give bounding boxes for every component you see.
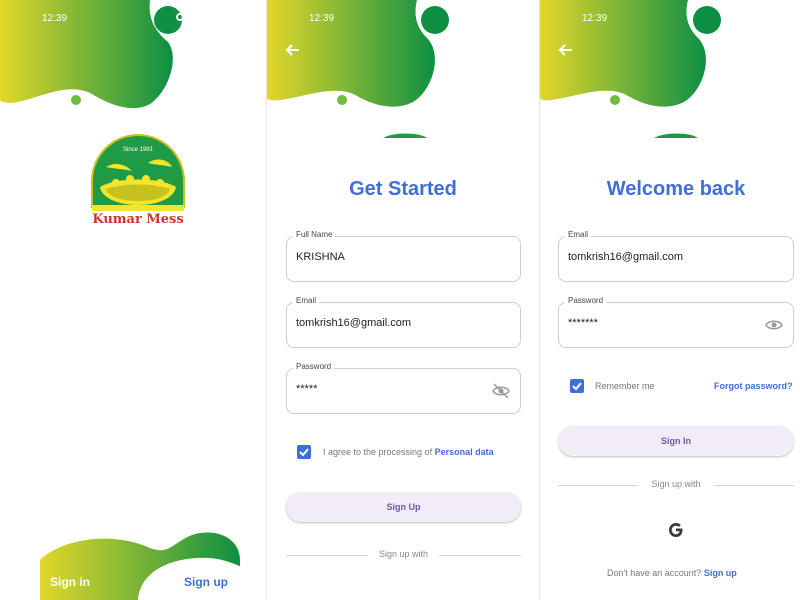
field-value: tomkrish16@gmail.com	[568, 251, 684, 263]
agree-checkbox[interactable]	[297, 445, 311, 459]
remember-me-label: Remember me	[595, 381, 655, 391]
field-label: Password	[565, 296, 607, 305]
field-label: Password	[293, 362, 335, 371]
email-field[interactable]: Email tomkrish16@gmail.com	[558, 230, 794, 282]
remember-me-checkbox[interactable]	[570, 379, 584, 393]
eye-icon[interactable]	[765, 317, 783, 333]
field-value: tomkrish16@gmail.com	[296, 317, 412, 329]
signin-button[interactable]: Sign In	[558, 426, 794, 456]
separator-text: Sign up with	[378, 549, 429, 559]
separator: Sign up with	[558, 479, 794, 491]
check-icon	[572, 382, 582, 391]
forgot-password-link[interactable]: Forgot password?	[714, 381, 793, 391]
signup-screen: 12:39 Get Started Full Name KRISHNA Emai…	[267, 0, 539, 600]
signup-link[interactable]: Sign up	[704, 568, 737, 578]
camera-icon	[176, 13, 184, 21]
field-label: Email	[565, 230, 592, 239]
password-field[interactable]: Password *******	[558, 296, 794, 348]
agree-text: I agree to the processing of Personal da…	[323, 447, 494, 457]
field-value: *****	[296, 383, 318, 395]
field-value: *******	[568, 317, 598, 329]
screens-row: 12:39 Since 1981 Kumar Mess Sign in Sign…	[0, 0, 800, 600]
field-label: Full Name	[293, 230, 336, 239]
password-field[interactable]: Password *****	[286, 362, 521, 414]
field-value: KRISHNA	[296, 251, 345, 263]
signup-prompt: Don't have an account? Sign up	[607, 568, 737, 578]
tab-signup[interactable]: Sign up	[184, 575, 228, 589]
check-icon	[299, 448, 309, 457]
signin-screen: 12:39 Welcome back Email tomkrish16@gmai…	[540, 0, 800, 600]
eye-off-icon[interactable]	[492, 383, 510, 399]
field-label: Email	[293, 296, 320, 305]
back-arrow-icon[interactable]	[283, 40, 303, 60]
top-blob-shape	[540, 0, 721, 138]
personal-data-link[interactable]: Personal data	[435, 447, 494, 457]
agree-label: I agree to the processing of	[323, 447, 433, 457]
footer-text: Don't have an account?	[607, 568, 702, 578]
page-title: Get Started	[349, 178, 457, 200]
email-field[interactable]: Email tomkrish16@gmail.com	[286, 296, 521, 348]
status-time: 12:39	[42, 13, 68, 24]
back-arrow-icon[interactable]	[556, 40, 576, 60]
google-icon[interactable]	[667, 521, 685, 539]
top-blob-shape	[0, 0, 266, 600]
page-title: Welcome back	[606, 178, 746, 200]
status-time: 12:39	[309, 13, 335, 24]
top-blob-shape	[267, 0, 449, 138]
full-name-field[interactable]: Full Name KRISHNA	[286, 230, 521, 282]
separator-text: Sign up with	[651, 479, 701, 489]
splash-screen: 12:39 Since 1981 Kumar Mess Sign in Sign…	[0, 0, 266, 600]
signup-button[interactable]: Sign Up	[286, 492, 521, 522]
separator: Sign up with	[286, 549, 521, 561]
tab-signin[interactable]: Sign in	[50, 575, 90, 589]
status-time: 12:39	[582, 13, 608, 24]
